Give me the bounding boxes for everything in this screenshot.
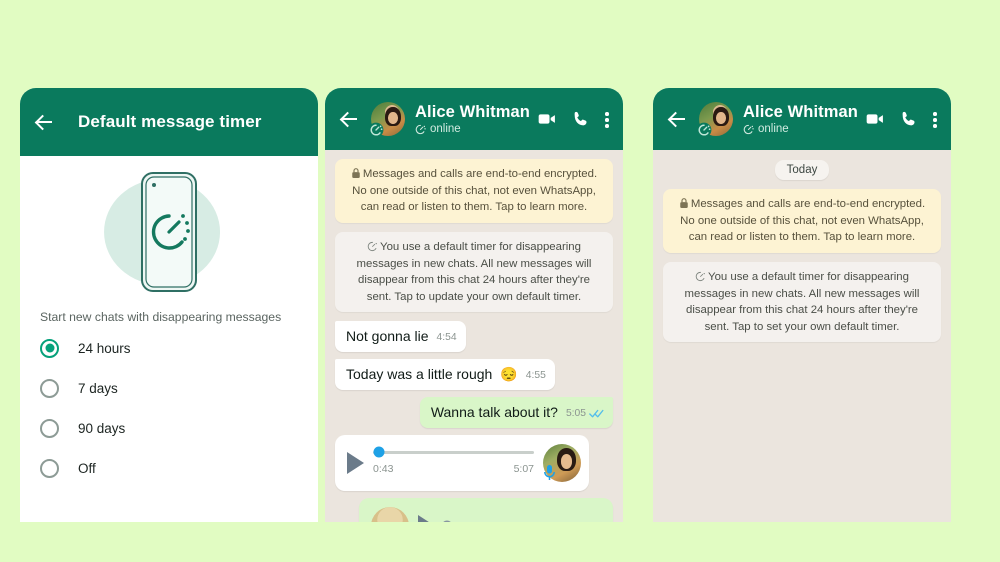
incoming-voice-message[interactable]: 0:43 5:07: [335, 434, 589, 491]
avatar-photo: [371, 506, 409, 522]
timer-option-90-days[interactable]: 90 days: [20, 408, 318, 448]
message-time: 4:54: [436, 331, 457, 343]
video-call-icon[interactable]: [537, 109, 557, 129]
chat-screen-updated-timer: Alice Whitman online Messages and calls …: [325, 88, 623, 522]
chat-header-actions: [865, 109, 939, 129]
section-label: Start new chats with disappearing messag…: [40, 310, 282, 324]
play-icon[interactable]: [418, 514, 435, 522]
contact-status: online: [743, 123, 855, 135]
back-arrow-icon[interactable]: [665, 107, 689, 131]
radio-indicator[interactable]: [40, 338, 59, 358]
message-time: 4:55: [525, 369, 546, 381]
timer-icon: [695, 271, 705, 281]
timer-option-label: 90 days: [78, 420, 126, 436]
phone-timer-svg: [141, 172, 197, 292]
default-timer-notice-text: You use a default timer for disappearing…: [356, 240, 592, 303]
timer-option-24-hours[interactable]: 24 hours: [20, 328, 318, 368]
chat-message-list[interactable]: Today Messages and calls are end-to-end …: [653, 150, 951, 522]
message-meta: 4:55: [526, 370, 546, 383]
timer-icon: [743, 124, 754, 134]
timer-icon: [367, 241, 377, 251]
chat-header-meta[interactable]: Alice Whitman online: [743, 103, 858, 135]
chat-header-actions: [537, 109, 611, 129]
message-text: Today was a little rough: [346, 366, 493, 383]
message-text: Not gonna lie: [346, 328, 429, 345]
timer-option-off[interactable]: Off: [20, 448, 318, 488]
voice-sender-avatar: [543, 443, 581, 482]
play-icon[interactable]: [347, 451, 364, 474]
encryption-notice-text: Messages and calls are end-to-end encryp…: [352, 168, 598, 214]
voice-call-icon[interactable]: [899, 109, 919, 129]
lock-icon: [680, 198, 688, 208]
message-row: Wanna talk about it? 5:05: [335, 397, 613, 428]
settings-body: Start new chats with disappearing messag…: [20, 156, 318, 522]
message-time: 5:05: [565, 407, 586, 419]
default-message-timer-screen: Default message timer Start new chats wi…: [20, 88, 318, 522]
message-meta: 4:54: [437, 332, 457, 345]
read-receipt-double-check-icon: [589, 410, 604, 418]
timer-option-label: 7 days: [78, 380, 118, 396]
default-timer-notice[interactable]: You use a default timer for disappearing…: [335, 231, 613, 313]
default-timer-notice[interactable]: You use a default timer for disappearing…: [663, 261, 941, 343]
voice-message-row: [335, 497, 613, 522]
message-text: Wanna talk about it?: [430, 404, 558, 421]
disappearing-timer-badge-icon: [368, 122, 384, 138]
back-arrow-icon[interactable]: [32, 110, 56, 134]
voice-elapsed: 0:43: [373, 462, 394, 475]
chat-header-meta[interactable]: Alice Whitman online: [415, 103, 530, 135]
chat-screen-new-timer: Alice Whitman online Today Messages and …: [653, 88, 951, 522]
encryption-notice-text: Messages and calls are end-to-end encryp…: [680, 198, 926, 244]
timer-option-label: 24 hours: [78, 340, 131, 356]
contact-status: online: [415, 123, 527, 135]
timer-option-7-days[interactable]: 7 days: [20, 368, 318, 408]
message-meta: 5:05: [566, 408, 604, 421]
page-title: Default message timer: [78, 112, 262, 131]
contact-name: Alice Whitman: [415, 103, 530, 121]
encryption-notice[interactable]: Messages and calls are end-to-end encryp…: [663, 189, 941, 253]
avatar[interactable]: [696, 102, 733, 138]
voice-sender-avatar: [371, 506, 409, 522]
day-divider: Today: [774, 160, 830, 180]
disappearing-timer-badge-icon: [696, 122, 712, 138]
outgoing-message-bubble[interactable]: Wanna talk about it? 5:05: [419, 397, 613, 428]
status-text: online: [758, 123, 789, 135]
voice-progress-knob[interactable]: [441, 520, 453, 522]
voice-message-row: 0:43 5:07: [335, 434, 613, 491]
chat-message-list[interactable]: Messages and calls are end-to-end encryp…: [325, 150, 623, 522]
overflow-menu-icon[interactable]: [605, 109, 609, 129]
timer-option-label: Off: [78, 460, 96, 476]
settings-header: Default message timer: [20, 88, 318, 156]
chat-header: Alice Whitman online: [653, 88, 951, 150]
radio-indicator[interactable]: [40, 458, 59, 478]
back-arrow-icon[interactable]: [337, 107, 361, 131]
message-row: Not gonna lie 4:54: [335, 321, 613, 353]
voice-progress-knob[interactable]: [373, 446, 385, 458]
overflow-menu-icon[interactable]: [933, 109, 937, 129]
outgoing-voice-message[interactable]: [359, 497, 613, 522]
phone-with-disappearing-timer-illustration: [20, 162, 318, 302]
radio-indicator[interactable]: [40, 378, 59, 398]
contact-name: Alice Whitman: [743, 103, 858, 121]
voice-timestamps: 0:43 5:07: [373, 463, 534, 475]
microphone-badge-icon: [544, 464, 555, 480]
voice-duration: 5:07: [513, 462, 534, 475]
message-row: Today was a little rough 😔 4:55: [335, 359, 613, 391]
voice-progress-track[interactable]: [373, 446, 534, 458]
avatar[interactable]: [368, 102, 405, 138]
default-timer-notice-text: You use a default timer for disappearing…: [684, 270, 920, 333]
chat-header: Alice Whitman online: [325, 88, 623, 150]
timer-icon: [415, 124, 426, 134]
video-call-icon[interactable]: [865, 109, 885, 129]
voice-progress-area[interactable]: 0:43 5:07: [373, 446, 534, 475]
status-text: online: [430, 123, 461, 135]
incoming-message-bubble[interactable]: Not gonna lie 4:54: [335, 321, 466, 353]
voice-call-icon[interactable]: [571, 109, 591, 129]
lock-icon: [352, 168, 360, 178]
radio-indicator[interactable]: [40, 418, 59, 438]
incoming-message-bubble[interactable]: Today was a little rough 😔 4:55: [335, 359, 555, 391]
screenshot-stage: Default message timer Start new chats wi…: [0, 0, 1000, 562]
encryption-notice[interactable]: Messages and calls are end-to-end encryp…: [335, 159, 613, 223]
message-emoji: 😔: [500, 366, 518, 383]
